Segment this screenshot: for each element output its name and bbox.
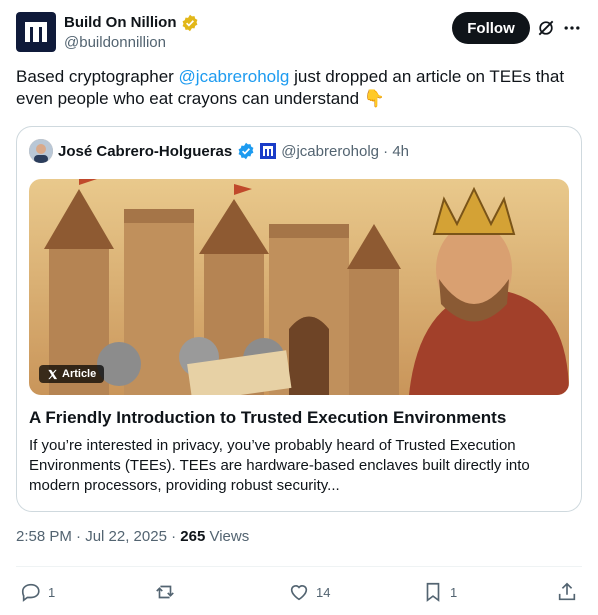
article-badge: Article bbox=[39, 365, 105, 383]
tweet-text: Based cryptographer @jcabreroholg just d… bbox=[16, 66, 582, 110]
more-options-icon[interactable] bbox=[562, 18, 582, 38]
views-label: Views bbox=[205, 528, 250, 545]
post-meta: 2:58 PM · Jul 22, 2025 · 265 Views bbox=[16, 528, 249, 545]
like-count: 14 bbox=[316, 584, 331, 600]
bookmark-icon bbox=[426, 582, 440, 602]
quoted-post[interactable]: José Cabrero-Holgueras @jcabreroholg · 4… bbox=[16, 126, 582, 512]
quoted-author-avatar[interactable] bbox=[29, 139, 53, 163]
bookmark-button[interactable]: 1 bbox=[422, 578, 457, 606]
bookmark-count: 1 bbox=[450, 584, 458, 600]
nillion-logo-icon bbox=[25, 22, 47, 42]
divider bbox=[16, 566, 582, 567]
author-name[interactable]: Build On Nillion bbox=[64, 13, 177, 33]
tweet-header: Build On Nillion @buildonnillion Follow bbox=[16, 12, 582, 56]
quoted-author-name[interactable]: José Cabrero-Holgueras bbox=[58, 143, 232, 160]
like-button[interactable]: 14 bbox=[288, 578, 330, 606]
castle-king-illustration bbox=[29, 179, 569, 395]
repost-button[interactable] bbox=[154, 578, 176, 606]
share-icon bbox=[558, 582, 576, 601]
article-badge-label: Article bbox=[62, 368, 97, 380]
post-timestamp[interactable]: 2:58 PM · Jul 22, 2025 · bbox=[16, 528, 180, 545]
author-handle[interactable]: @buildonnillion bbox=[64, 33, 199, 53]
article-title[interactable]: A Friendly Introduction to Trusted Execu… bbox=[29, 407, 569, 429]
follow-button[interactable]: Follow bbox=[452, 12, 530, 44]
share-button[interactable] bbox=[556, 578, 578, 606]
author-name-row[interactable]: Build On Nillion bbox=[64, 13, 199, 33]
heart-icon bbox=[290, 585, 308, 601]
reply-count: 1 bbox=[48, 584, 56, 600]
quoted-post-header: José Cabrero-Holgueras @jcabreroholg · 4… bbox=[29, 139, 409, 163]
reply-button[interactable]: 1 bbox=[20, 578, 55, 606]
author-block: Build On Nillion @buildonnillion bbox=[64, 13, 199, 53]
repost-icon bbox=[156, 585, 174, 599]
action-bar: 1 14 1 bbox=[16, 578, 582, 606]
mention-link[interactable]: @jcabreroholg bbox=[179, 67, 290, 86]
affiliate-badge-icon[interactable] bbox=[260, 143, 277, 159]
verified-blue-icon bbox=[238, 142, 254, 160]
article-description: If you’re interested in privacy, you’ve … bbox=[29, 437, 530, 494]
quoted-author-meta: @jcabreroholg · 4h bbox=[281, 142, 410, 160]
reply-icon bbox=[21, 583, 40, 602]
views-count: 265 bbox=[180, 528, 206, 545]
tweet-text-start: Based cryptographer bbox=[16, 67, 179, 86]
verified-gold-icon bbox=[182, 14, 197, 32]
avatar[interactable] bbox=[16, 12, 56, 52]
grok-icon[interactable] bbox=[536, 18, 556, 38]
article-cover-image[interactable]: Article bbox=[29, 179, 569, 395]
portrait-icon bbox=[29, 139, 53, 163]
x-logo-icon bbox=[48, 369, 58, 379]
